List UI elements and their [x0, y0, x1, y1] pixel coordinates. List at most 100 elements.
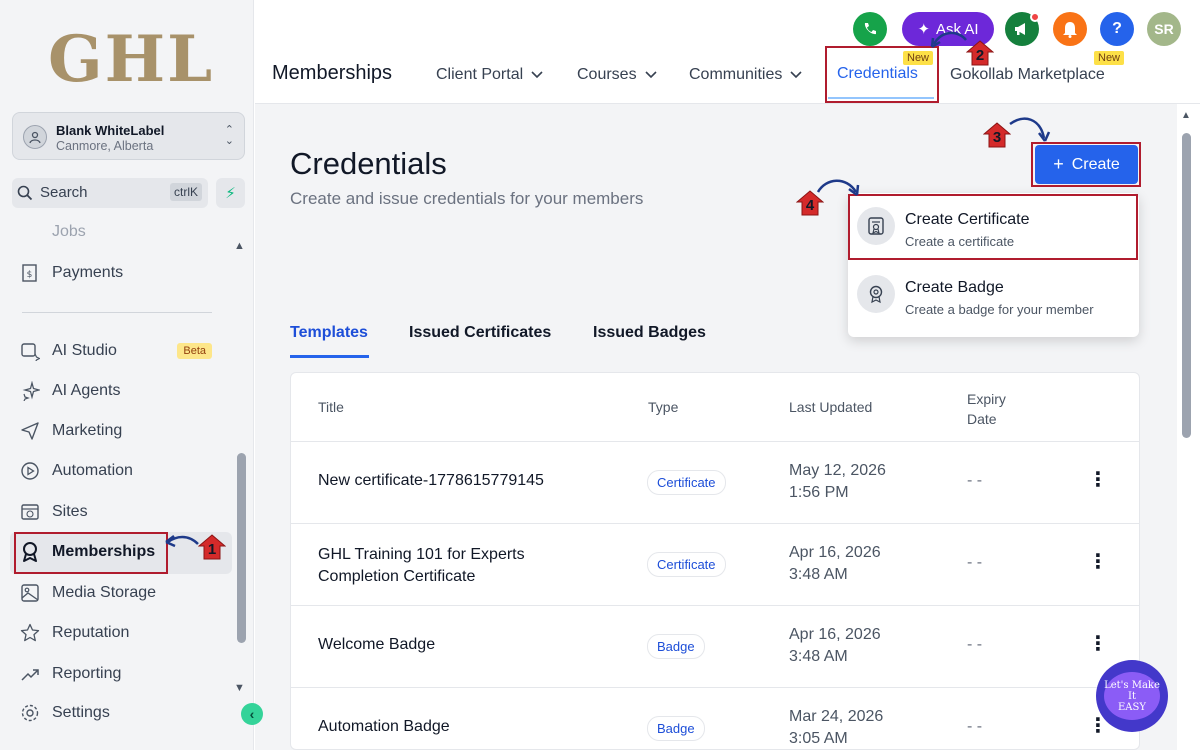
help-icon[interactable]: ?: [1100, 12, 1134, 46]
watermark-line: It: [1128, 691, 1136, 702]
tab-issued-certificates[interactable]: Issued Certificates: [409, 324, 551, 342]
sidebar-item-media-storage[interactable]: Media Storage: [18, 575, 230, 611]
annotation-marker-3: 3: [983, 122, 1011, 148]
tab-templates[interactable]: Templates: [290, 324, 368, 342]
tab-label: Courses: [577, 66, 637, 83]
column-header-type: Type: [648, 399, 679, 415]
row-date: Apr 16, 2026: [789, 626, 881, 643]
sidebar-item-jobs[interactable]: Jobs: [18, 222, 230, 242]
ai-studio-icon: [18, 339, 42, 363]
search-label: Search: [40, 184, 88, 201]
annotation-box-credentials: [825, 46, 939, 103]
new-tag: New: [1094, 51, 1125, 65]
column-header-expiry-date: Expiry Date: [967, 389, 1006, 429]
table-row[interactable]: Automation Badge Badge Mar 24, 2026 3:05 …: [291, 687, 1139, 749]
chevron-down-icon: [531, 68, 543, 82]
annotation-marker-2: 2: [966, 40, 994, 66]
tab-issued-badges[interactable]: Issued Badges: [593, 324, 706, 342]
chevron-down-icon: [645, 68, 657, 82]
phone-icon[interactable]: [853, 12, 887, 46]
sidebar-item-label: AI Studio: [52, 342, 117, 359]
row-title: Welcome Badge: [318, 636, 436, 653]
credentials-table: Title Type Last Updated Expiry Date New …: [290, 372, 1140, 750]
tab-communities[interactable]: Communities: [689, 66, 802, 84]
sidebar-item-ai-studio[interactable]: AI Studio Beta: [18, 333, 230, 369]
more-options-icon[interactable]: ⋮: [1088, 634, 1108, 654]
sidebar-item-marketing[interactable]: Marketing: [18, 413, 230, 449]
annotation-marker-1: 1: [198, 534, 226, 560]
row-time: 3:48 AM: [789, 566, 848, 583]
annotation-box-create-certificate: [848, 194, 1138, 260]
account-name: Blank WhiteLabel: [56, 123, 165, 138]
payments-icon: $: [18, 261, 42, 285]
watermark-line: Let's Make: [1104, 680, 1160, 691]
search-icon: [16, 184, 34, 207]
sidebar-item-reputation[interactable]: Reputation: [18, 615, 230, 651]
search-shortcut: ctrlK: [170, 183, 202, 201]
type-pill: Badge: [647, 634, 705, 659]
row-expiry: - -: [967, 554, 983, 571]
sidebar-scroll-down-icon[interactable]: ▼: [234, 682, 245, 694]
sidebar-item-label: Automation: [52, 462, 133, 479]
main-scrollbar-thumb[interactable]: [1182, 133, 1191, 438]
scroll-up-icon[interactable]: ▲: [1181, 110, 1191, 121]
column-header-last-updated: Last Updated: [789, 399, 873, 415]
more-options-icon[interactable]: ⋮: [1088, 470, 1108, 490]
annotation-number: 1: [207, 541, 217, 558]
section-title: Memberships: [272, 62, 393, 84]
sidebar-item-ai-agents[interactable]: AI Agents: [18, 373, 230, 409]
type-pill: Badge: [647, 716, 705, 741]
account-location: Canmore, Alberta: [56, 139, 154, 153]
sidebar-item-payments[interactable]: $ Payments: [18, 255, 230, 291]
row-expiry: - -: [967, 718, 983, 735]
sidebar-item-settings[interactable]: Settings: [18, 695, 230, 731]
watermark-text: Let's Make It EASY: [1104, 672, 1160, 720]
collapse-sidebar-button[interactable]: ‹: [241, 703, 263, 725]
sidebar-item-label: Sites: [52, 503, 88, 520]
sidebar-item-sites[interactable]: Sites: [18, 494, 230, 530]
page-subtitle: Create and issue credentials for your me…: [290, 189, 644, 208]
tab-gokollab-marketplace[interactable]: Gokollab Marketplace: [950, 66, 1105, 84]
tab-label: Client Portal: [436, 66, 524, 83]
sidebar-item-reporting[interactable]: Reporting: [18, 656, 230, 692]
row-updated: May 12, 2026 1:56 PM: [789, 460, 886, 504]
table-row[interactable]: GHL Training 101 for Experts Completion C…: [291, 523, 1139, 605]
tab-courses[interactable]: Courses: [577, 66, 657, 84]
main-scrollbar[interactable]: ▲: [1181, 110, 1191, 750]
brand-logo[interactable]: GHL: [48, 22, 214, 97]
row-expiry: - -: [967, 472, 983, 489]
tab-label: Gokollab Marketplace: [950, 66, 1105, 83]
row-title: Automation Badge: [318, 718, 450, 735]
user-avatar[interactable]: SR: [1147, 12, 1181, 46]
account-switcher[interactable]: Blank WhiteLabel Canmore, Alberta ⌃ ⌄: [12, 112, 245, 160]
sparkle-icon: ✦: [917, 21, 931, 38]
row-time: 3:48 AM: [789, 648, 848, 665]
row-updated: Apr 16, 2026 3:48 AM: [789, 624, 881, 668]
search-input[interactable]: Search ctrlK: [12, 178, 208, 208]
tab-client-portal[interactable]: Client Portal: [436, 66, 543, 84]
row-date: Mar 24, 2026: [789, 708, 884, 725]
active-tab-indicator: [290, 355, 369, 358]
annotation-marker-4: 4: [796, 190, 824, 216]
row-date: May 12, 2026: [789, 462, 886, 479]
more-options-icon[interactable]: ⋮: [1088, 552, 1108, 572]
watermark-logo: Let's Make It EASY: [1096, 660, 1168, 732]
bell-icon[interactable]: [1053, 12, 1087, 46]
header-line: Date: [967, 411, 997, 427]
svg-text:$: $: [27, 270, 33, 280]
globe-window-icon: [18, 500, 42, 524]
sidebar-item-label: Settings: [52, 704, 110, 721]
type-pill: Certificate: [647, 552, 726, 577]
gear-icon: [18, 701, 42, 725]
table-row[interactable]: Welcome Badge Badge Apr 16, 2026 3:48 AM …: [291, 605, 1139, 687]
sidebar-scrollbar-thumb[interactable]: [237, 453, 246, 643]
sidebar-item-automation[interactable]: Automation: [18, 453, 230, 489]
trend-up-icon: [18, 662, 42, 686]
sidebar-item-label: Jobs: [52, 223, 86, 240]
sidebar-scroll-up-icon[interactable]: ▲: [234, 240, 245, 252]
table-row[interactable]: New certificate-1778615779145 Certificat…: [291, 441, 1139, 523]
quick-action-bolt-icon[interactable]: ⚡: [216, 178, 245, 208]
star-icon: [18, 621, 42, 645]
menu-item-create-badge[interactable]: Create Badge Create a badge for your mem…: [848, 261, 1139, 327]
row-updated: Apr 16, 2026 3:48 AM: [789, 542, 881, 586]
